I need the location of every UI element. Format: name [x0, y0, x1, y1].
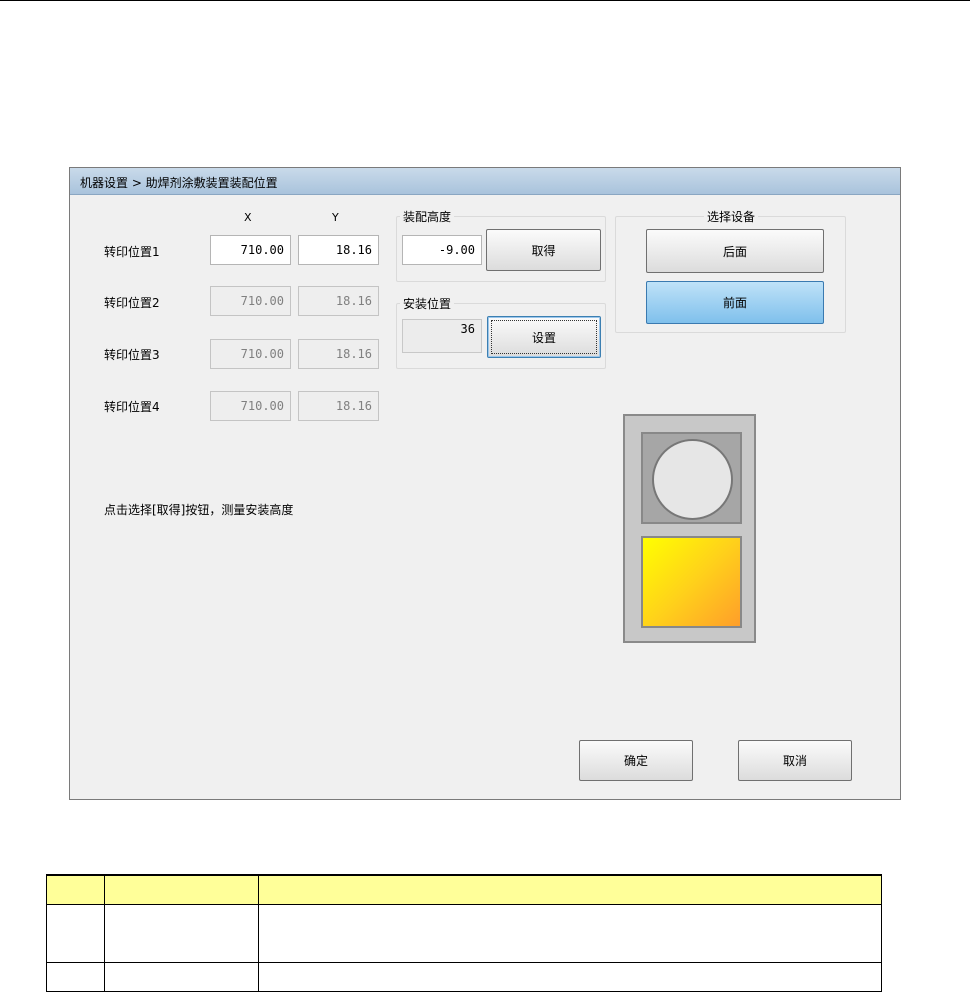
legend-cell	[46, 904, 105, 963]
legend-table	[46, 874, 882, 992]
legend-cell	[104, 904, 259, 963]
ok-button[interactable]: 确定	[579, 740, 693, 781]
position-4-x-input: 710.00	[210, 391, 291, 421]
position-2-label: 转印位置2	[104, 296, 160, 310]
position-3-x-input: 710.00	[210, 339, 291, 369]
position-1-label: 转印位置1	[104, 245, 160, 259]
position-2-x-input: 710.00	[210, 286, 291, 316]
legend-row	[46, 904, 882, 963]
legend-row	[46, 962, 882, 992]
mount-height-title: 装配高度	[400, 208, 455, 225]
position-3-label: 转印位置3	[104, 348, 160, 362]
position-2-y-input: 18.16	[298, 286, 379, 316]
position-1-y-input[interactable]: 18.16	[298, 235, 379, 265]
legend-header-cell	[46, 874, 105, 905]
legend-cell	[46, 962, 105, 992]
install-position-value: 36	[402, 319, 482, 353]
legend-header-row	[46, 874, 882, 905]
breadcrumb: 机器设置 > 助焊剂涂敷装置装配位置	[70, 168, 900, 195]
legend-cell	[258, 904, 882, 963]
column-header-x: X	[244, 211, 252, 224]
mount-height-input[interactable]: -9.00	[402, 235, 482, 265]
position-4-label: 转印位置4	[104, 400, 160, 414]
position-1-x-input[interactable]: 710.00	[210, 235, 291, 265]
hint-text: 点击选择[取得]按钮，测量安装高度	[104, 503, 294, 517]
page-top-rule	[0, 0, 970, 1]
flux-unit-position-dialog: 机器设置 > 助焊剂涂敷装置装配位置 X Y 转印位置1 710.00 18.1…	[69, 167, 901, 800]
front-unit-graphic	[641, 536, 742, 628]
legend-cell	[258, 962, 882, 992]
install-position-title: 安装位置	[400, 295, 455, 312]
cancel-button[interactable]: 取消	[738, 740, 852, 781]
position-4-y-input: 18.16	[298, 391, 379, 421]
acquire-button[interactable]: 取得	[486, 229, 601, 271]
front-device-button[interactable]: 前面	[646, 281, 824, 324]
circle-graphic	[652, 439, 733, 520]
breadcrumb-text: 机器设置 > 助焊剂涂敷装置装配位置	[80, 176, 278, 190]
position-3-y-input: 18.16	[298, 339, 379, 369]
legend-header-cell	[104, 874, 259, 905]
select-device-title: 选择设备	[704, 208, 759, 225]
device-diagram	[623, 414, 756, 643]
set-button[interactable]: 设置	[487, 316, 601, 358]
legend-header-cell	[258, 874, 882, 905]
legend-cell	[104, 962, 259, 992]
column-header-y: Y	[332, 211, 339, 224]
rear-device-button[interactable]: 后面	[646, 229, 824, 273]
rear-unit-graphic	[641, 432, 742, 524]
